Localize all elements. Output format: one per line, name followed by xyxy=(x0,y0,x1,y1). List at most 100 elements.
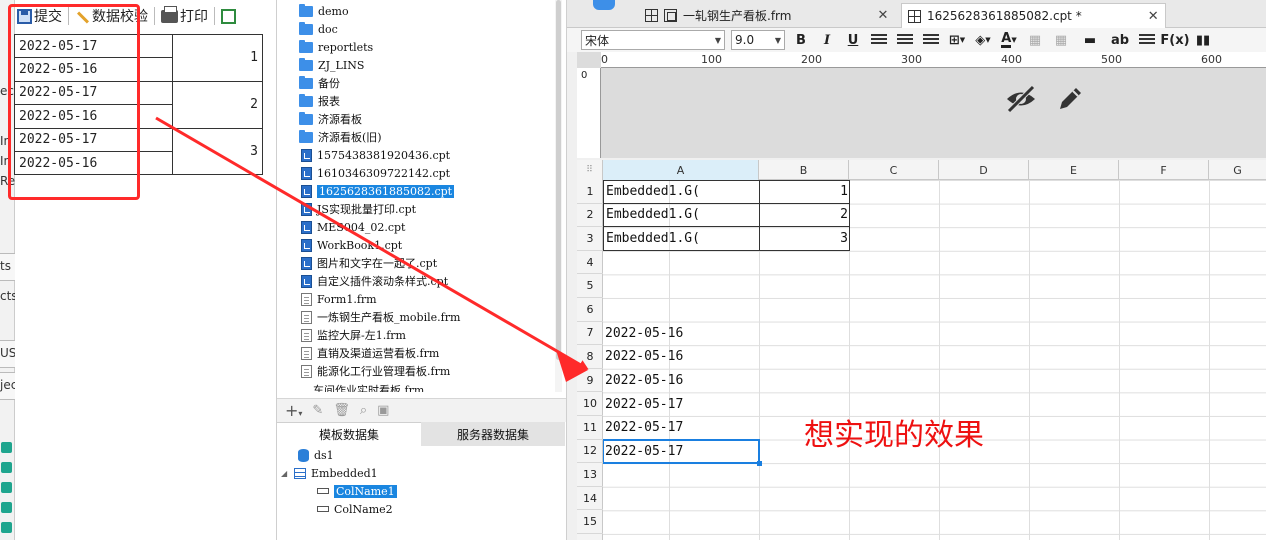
add-dataset-button[interactable]: +▾ xyxy=(285,401,302,420)
cell-number[interactable]: 2 xyxy=(759,203,850,228)
tree-item[interactable]: reportlets xyxy=(299,38,373,56)
tree-item[interactable]: Form1.frm xyxy=(299,290,377,308)
row-header[interactable]: 11 xyxy=(577,416,603,440)
dataset-column-item[interactable]: ColName1 xyxy=(317,482,397,500)
insert-cell-button[interactable]: ▬ xyxy=(1077,30,1103,50)
tab-server-datasets[interactable]: 服务器数据集 xyxy=(421,422,565,446)
cell-date[interactable]: 2022-05-17 xyxy=(603,416,759,440)
collapse-icon[interactable]: ◢ xyxy=(281,469,289,478)
close-icon[interactable]: ✕ xyxy=(877,8,888,23)
app-icon[interactable] xyxy=(1,462,12,473)
underline-button[interactable]: U xyxy=(843,30,863,50)
validate-button[interactable]: 数据校验 xyxy=(73,6,150,26)
cell-date[interactable]: 2022-05-17 xyxy=(603,392,759,416)
column-header[interactable]: E xyxy=(1029,160,1119,180)
text-button[interactable]: ab xyxy=(1109,30,1131,50)
print-button[interactable]: 打印 xyxy=(159,5,210,26)
eye-slash-icon[interactable] xyxy=(1005,84,1037,114)
row-header[interactable]: 8 xyxy=(577,345,603,369)
row-header[interactable]: 5 xyxy=(577,274,603,298)
close-icon[interactable]: ✕ xyxy=(1148,9,1159,24)
italic-button[interactable]: I xyxy=(817,30,837,50)
dataset-column-item[interactable]: ColName2 xyxy=(317,500,393,518)
align-center-button[interactable] xyxy=(895,30,915,50)
tree-item[interactable]: 报表 xyxy=(299,92,340,110)
cell-date[interactable]: 2022-05-16 xyxy=(603,345,759,369)
cell-grid[interactable]: Embedded1.G(1 Embedded1.G(2 Embedded1.G(3 2… xyxy=(603,180,1266,540)
delete-icon[interactable]: 🗑 xyxy=(333,403,350,418)
app-menu-button[interactable] xyxy=(593,0,615,10)
tab-cpt-file[interactable]: 1625628361885082.cpt * ✕ xyxy=(901,3,1166,28)
export-button[interactable] xyxy=(219,8,238,24)
tree-item[interactable]: 直销及渠道运营看板.frm xyxy=(299,344,439,362)
cell-bound-column[interactable]: Embedded1.G( xyxy=(603,203,760,228)
border-button[interactable]: ⊞ ▼ xyxy=(947,30,967,50)
cell-bound-column[interactable]: Embedded1.G( xyxy=(603,227,760,251)
font-family-select[interactable]: 宋体 ▼ xyxy=(581,30,725,50)
formula-button[interactable]: F(x) xyxy=(1160,30,1189,50)
row-header[interactable]: 3 xyxy=(577,227,603,251)
column-header[interactable]: G xyxy=(1209,160,1266,180)
tree-item[interactable]: 济源看板(旧) xyxy=(299,128,382,146)
row-header[interactable]: 13 xyxy=(577,463,603,487)
app-icon[interactable] xyxy=(1,482,12,493)
param-icon[interactable]: ▣ xyxy=(377,403,389,418)
tree-item[interactable]: demo xyxy=(299,2,349,20)
tree-item[interactable]: 1610346309722142.cpt xyxy=(299,164,450,182)
row-header[interactable]: 2 xyxy=(577,204,603,228)
cell-bound-column[interactable]: Embedded1.G( xyxy=(603,180,760,204)
chart-button[interactable]: ▮▮ xyxy=(1193,30,1213,50)
column-header[interactable]: F xyxy=(1119,160,1209,180)
row-header[interactable]: 7 xyxy=(577,322,603,346)
column-header[interactable]: D xyxy=(939,160,1029,180)
tree-item[interactable]: 1625628361885082.cpt xyxy=(299,182,455,200)
font-color-button[interactable]: A ▼ xyxy=(999,30,1019,50)
tree-item[interactable]: MES004_02.cpt xyxy=(299,218,405,236)
app-icon[interactable] xyxy=(1,442,12,453)
column-header[interactable]: C xyxy=(849,160,939,180)
preview-icon[interactable]: ⌕ xyxy=(360,403,367,418)
cell-number[interactable]: 3 xyxy=(759,227,850,251)
tree-item[interactable]: ZJ_LINS xyxy=(299,56,364,74)
tree-item[interactable]: 图片和文字在一起了.cpt xyxy=(299,254,437,272)
column-header[interactable]: A xyxy=(603,160,759,180)
row-header[interactable]: 15 xyxy=(577,510,603,534)
cell-date[interactable]: 2022-05-16 xyxy=(603,322,759,346)
tree-item[interactable]: WorkBook1.cpt xyxy=(299,236,402,254)
column-header[interactable]: B xyxy=(759,160,849,180)
submit-button[interactable]: 提交 xyxy=(15,6,64,26)
tree-item[interactable]: 一炼钢生产看板_mobile.frm xyxy=(299,308,460,326)
row-header[interactable]: 14 xyxy=(577,487,603,511)
align-right-button[interactable] xyxy=(921,30,941,50)
row-header[interactable]: 9 xyxy=(577,369,603,393)
cell-date[interactable]: 2022-05-16 xyxy=(603,369,759,393)
row-header[interactable]: 1 xyxy=(577,180,603,204)
tree-item[interactable]: 监控大屏-左1.frm xyxy=(299,326,406,344)
fill-color-button[interactable]: ◈ ▼ xyxy=(973,30,993,50)
pencil-icon[interactable] xyxy=(1055,84,1085,114)
row-header[interactable]: 4 xyxy=(577,251,603,275)
cell-number[interactable]: 1 xyxy=(759,180,850,204)
tree-item[interactable]: 济源看板 xyxy=(299,110,362,128)
edit-icon[interactable]: ✎ xyxy=(312,403,323,418)
row-header[interactable]: 10 xyxy=(577,392,603,416)
tree-item[interactable]: 能源化工行业管理看板.frm xyxy=(299,362,450,380)
merge-cells-button[interactable]: ▦ xyxy=(1025,30,1045,50)
font-size-select[interactable]: 9.0 ▼ xyxy=(731,30,785,50)
tree-scrollbar[interactable] xyxy=(555,0,562,392)
select-all-corner[interactable]: ⠿ xyxy=(577,160,603,180)
app-icon[interactable] xyxy=(1,502,12,513)
tree-item[interactable]: 1575438381920436.cpt xyxy=(299,146,450,164)
dataset-item-embedded1[interactable]: ◢ Embedded1 xyxy=(281,464,378,482)
wrap-button[interactable] xyxy=(1137,30,1157,50)
cell-date[interactable]: 2022-05-17 xyxy=(603,440,759,464)
tree-item[interactable]: 备份 xyxy=(299,74,340,92)
align-left-button[interactable] xyxy=(869,30,889,50)
bold-button[interactable]: B xyxy=(791,30,811,50)
app-icon[interactable] xyxy=(1,522,12,533)
tree-item[interactable]: 自定义插件滚动条样式.cpt xyxy=(299,272,448,290)
row-header[interactable]: 6 xyxy=(577,298,603,322)
split-cells-button[interactable]: ▦ xyxy=(1051,30,1071,50)
tree-item[interactable]: JS实现批量打印.cpt xyxy=(299,200,416,218)
tab-template-datasets[interactable]: 模板数据集 xyxy=(277,422,421,446)
